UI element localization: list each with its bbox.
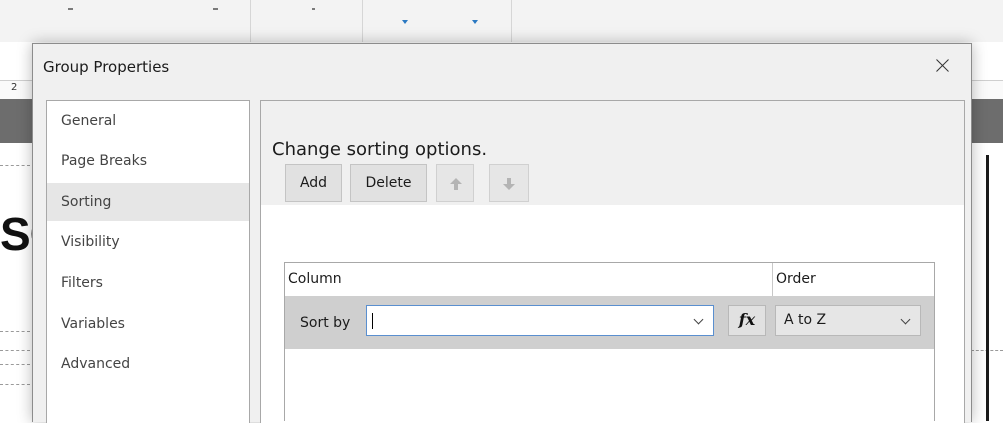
sort-grid: Column Order Sort by fx A to Z — [284, 262, 935, 421]
app-ribbon — [0, 0, 1003, 42]
move-down-button[interactable] — [489, 164, 529, 202]
expression-button[interactable]: fx — [728, 305, 766, 336]
ribbon-dropdown-icon[interactable] — [472, 20, 478, 24]
nav-item-label: Visibility — [61, 234, 120, 250]
column-header-order: Order — [773, 263, 933, 296]
sort-order-select[interactable]: A to Z — [775, 305, 921, 336]
nav-item-label: Sorting — [61, 194, 112, 210]
nav-item-label: Variables — [61, 316, 125, 332]
nav-item-page-breaks[interactable]: Page Breaks — [47, 142, 249, 180]
nav-item-variables[interactable]: Variables — [47, 305, 249, 343]
ribbon-separator — [250, 0, 251, 42]
arrow-down-icon — [503, 178, 515, 190]
guide-line — [0, 331, 30, 332]
column-header-column: Column — [285, 263, 772, 296]
text-caret — [372, 313, 373, 329]
sort-column-combobox[interactable] — [366, 305, 714, 336]
nav-item-label: Page Breaks — [61, 153, 147, 169]
nav-item-label: General — [61, 113, 117, 129]
arrow-up-icon — [450, 178, 462, 190]
nav-item-sorting[interactable]: Sorting — [47, 183, 249, 221]
ribbon-mark — [213, 8, 218, 10]
table-row: Sort by fx A to Z — [285, 296, 934, 349]
ribbon-dropdown-icon[interactable] — [402, 20, 408, 24]
page-edge — [986, 155, 989, 421]
add-button[interactable]: Add — [285, 164, 342, 202]
ribbon-separator — [362, 0, 363, 42]
ribbon-separator — [511, 0, 512, 42]
ribbon-mark — [312, 8, 315, 10]
column-header-label: Column — [288, 271, 342, 287]
delete-button[interactable]: Delete — [350, 164, 427, 202]
page-title: Change sorting options. — [272, 139, 488, 160]
guide-line — [0, 165, 30, 166]
nav-item-filters[interactable]: Filters — [47, 264, 249, 302]
guide-line — [0, 384, 30, 385]
guide-line — [0, 350, 30, 351]
guide-line — [0, 364, 30, 365]
sort-by-label: Sort by — [300, 315, 351, 331]
nav-list: General Page Breaks Sorting Visibility F… — [46, 100, 250, 423]
chevron-down-icon[interactable] — [693, 314, 704, 325]
nav-item-visibility[interactable]: Visibility — [47, 223, 249, 261]
sort-order-value: A to Z — [784, 312, 827, 328]
nav-item-general[interactable]: General — [47, 102, 249, 140]
chevron-down-icon[interactable] — [900, 314, 911, 325]
column-header-label: Order — [776, 271, 816, 287]
close-icon[interactable] — [928, 51, 958, 81]
nav-item-advanced[interactable]: Advanced — [47, 345, 249, 383]
ribbon-mark — [68, 8, 73, 10]
move-up-button[interactable] — [436, 164, 474, 202]
nav-item-label: Filters — [61, 275, 103, 291]
dialog-title: Group Properties — [43, 58, 170, 76]
ruler-number: 2 — [11, 82, 18, 93]
nav-item-label: Advanced — [61, 356, 131, 372]
